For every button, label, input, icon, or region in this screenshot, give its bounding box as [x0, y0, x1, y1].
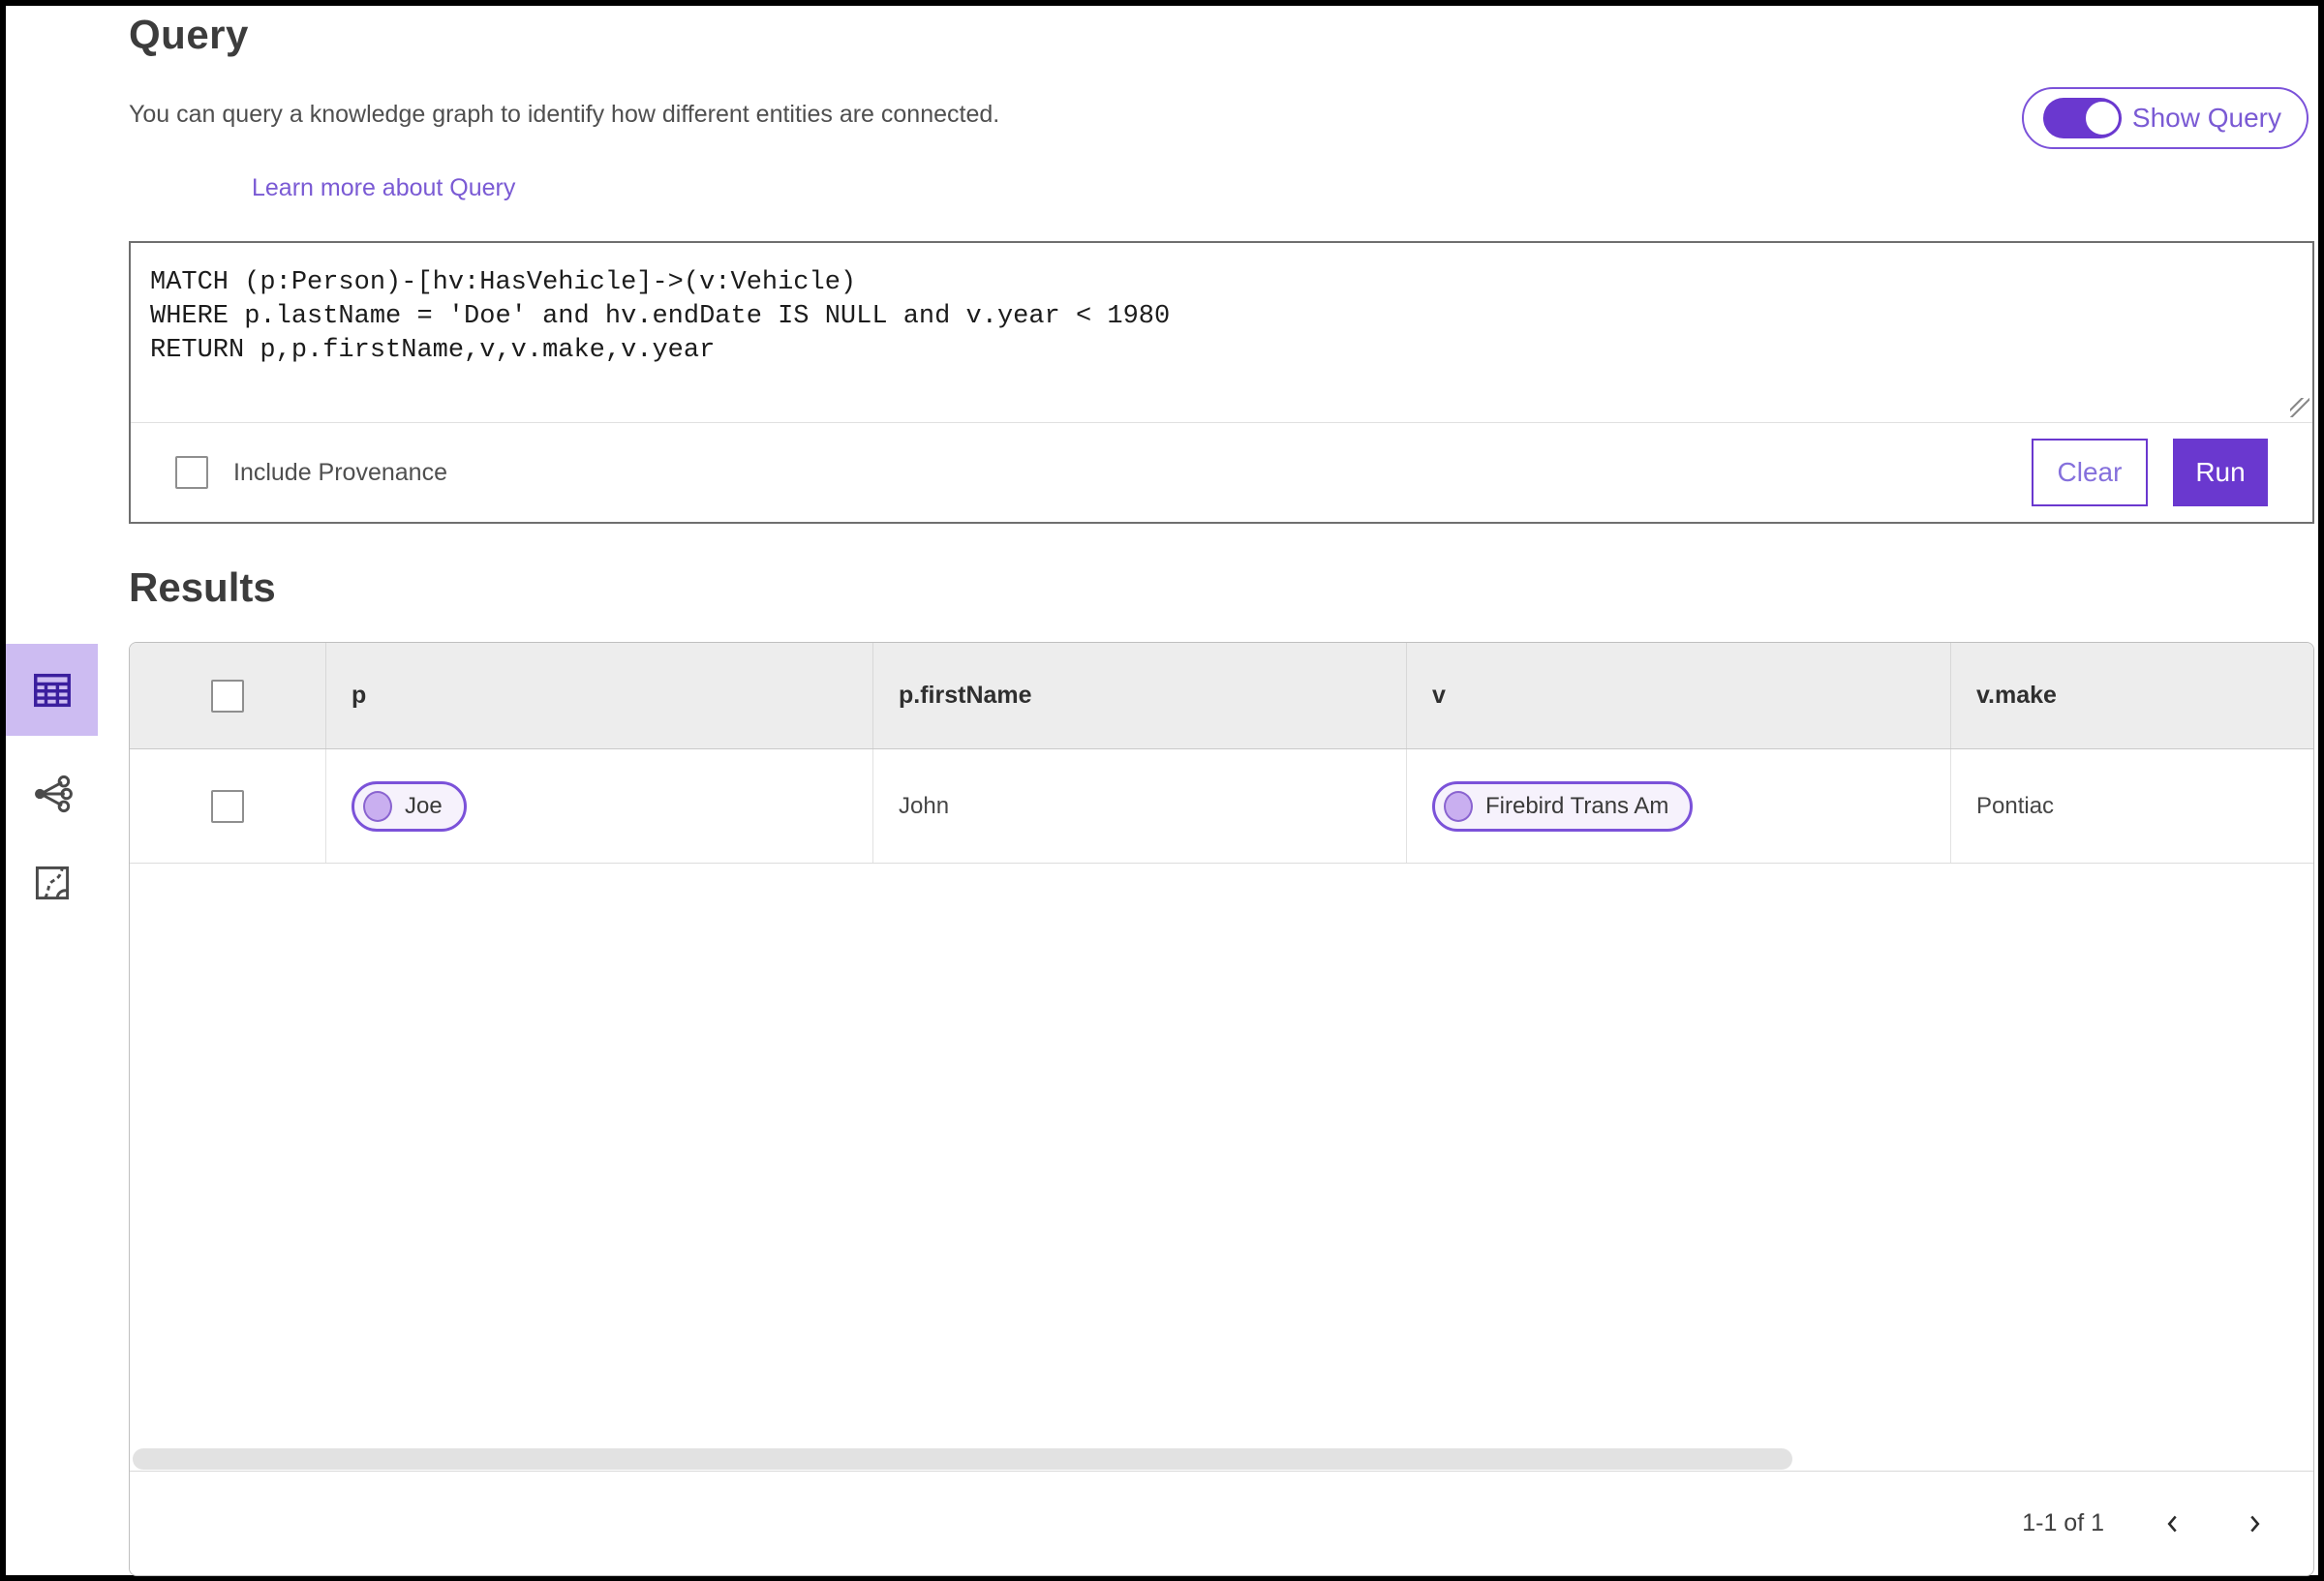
learn-more-link[interactable]: Learn more about Query — [252, 174, 515, 202]
link-chart-view-button[interactable] — [6, 763, 98, 825]
cell-p: Joe — [325, 749, 872, 863]
view-rail — [6, 642, 129, 914]
cell-v-make: Pontiac — [1950, 749, 2313, 863]
cell-value: John — [899, 792, 950, 819]
results-section: p p.firstName v v.make Joe John Firebird… — [6, 642, 2318, 1576]
column-header-v-make[interactable]: v.make — [1950, 643, 2313, 748]
header-checkbox-cell — [130, 643, 325, 748]
include-provenance-label: Include Provenance — [233, 458, 447, 486]
results-title: Results — [129, 564, 276, 610]
row-checkbox[interactable] — [211, 789, 244, 823]
query-editor-footer: Include Provenance Clear Run — [131, 423, 2312, 522]
toggle-switch-icon[interactable] — [2042, 98, 2122, 138]
entity-chip-vehicle[interactable]: Firebird Trans Am — [1432, 780, 1694, 832]
entity-dot-icon — [363, 790, 392, 822]
results-table-panel: p p.firstName v v.make Joe John Firebird… — [129, 642, 2314, 1576]
cell-v: Firebird Trans Am — [1406, 749, 1950, 863]
table-header-row: p p.firstName v v.make — [130, 643, 2313, 749]
table-icon — [33, 673, 71, 707]
resize-handle-icon[interactable] — [2290, 398, 2309, 417]
select-all-checkbox[interactable] — [211, 679, 244, 713]
chevron-left-icon — [2167, 1515, 2177, 1532]
show-query-toggle[interactable]: Show Query — [2021, 87, 2309, 149]
page-description: You can query a knowledge graph to ident… — [129, 101, 1000, 128]
run-button[interactable]: Run — [2173, 439, 2268, 506]
column-header-p-firstname[interactable]: p.firstName — [872, 643, 1406, 748]
row-checkbox-cell — [130, 749, 325, 863]
toggle-knob — [2082, 99, 2122, 137]
column-header-v[interactable]: v — [1406, 643, 1950, 748]
map-icon — [35, 866, 69, 900]
entity-chip-label: Joe — [405, 792, 443, 819]
page-title: Query — [129, 12, 249, 57]
previous-page-button[interactable] — [2160, 1511, 2186, 1536]
page-header: Query You can query a knowledge graph to… — [6, 6, 2318, 202]
scrollbar-thumb[interactable] — [133, 1448, 1792, 1470]
pagination-range: 1-1 of 1 — [2022, 1509, 2104, 1536]
map-view-button[interactable] — [6, 852, 98, 914]
show-query-label: Show Query — [2131, 103, 2281, 133]
include-provenance-checkbox[interactable] — [175, 456, 208, 489]
column-header-p[interactable]: p — [325, 643, 872, 748]
chevron-right-icon — [2250, 1515, 2260, 1532]
entity-chip-person[interactable]: Joe — [352, 780, 467, 832]
entity-dot-icon — [1444, 790, 1473, 822]
entity-chip-label: Firebird Trans Am — [1485, 792, 1669, 819]
cell-p-firstname: John — [872, 749, 1406, 863]
table-row[interactable]: Joe John Firebird Trans Am Pontiac — [130, 749, 2313, 864]
link-chart-icon — [34, 775, 73, 813]
table-footer: 1-1 of 1 — [130, 1471, 2313, 1575]
horizontal-scrollbar — [130, 1447, 2313, 1471]
clear-button[interactable]: Clear — [2032, 439, 2148, 506]
query-code-input[interactable]: MATCH (p:Person)-[hv:HasVehicle]->(v:Veh… — [131, 243, 2312, 423]
query-page: Query You can query a knowledge graph to… — [6, 6, 2318, 1576]
cell-value: Pontiac — [1976, 792, 2055, 819]
next-page-button[interactable] — [2242, 1511, 2267, 1536]
table-view-button[interactable] — [6, 644, 98, 736]
table-empty-area — [130, 864, 2313, 1447]
query-editor-panel: MATCH (p:Person)-[hv:HasVehicle]->(v:Veh… — [129, 241, 2314, 524]
